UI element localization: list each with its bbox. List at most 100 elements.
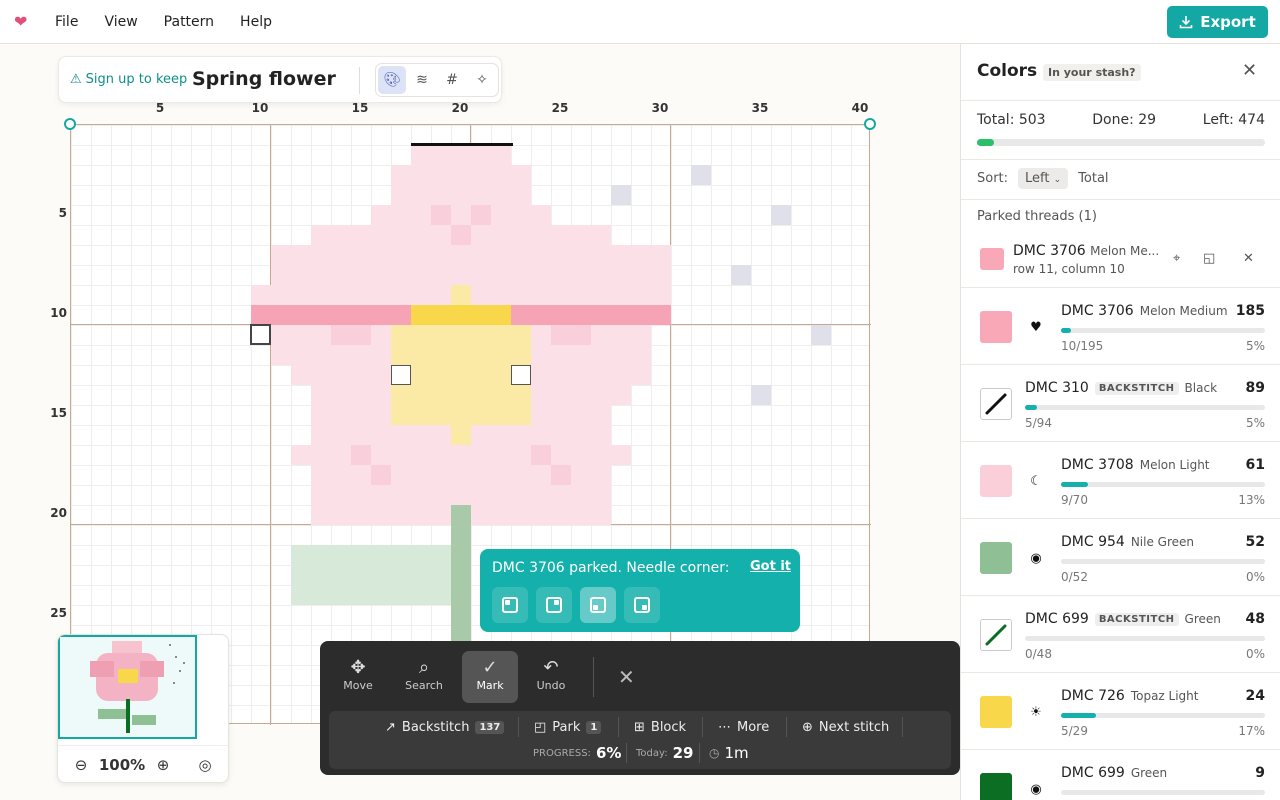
corner-top-left-button[interactable] (492, 587, 528, 623)
heart-logo-icon[interactable]: ❤ (14, 12, 27, 31)
sign-up-link[interactable]: ⚠ Sign up to keep (70, 72, 187, 87)
export-button[interactable]: Export (1167, 6, 1268, 38)
petal-stitch (251, 285, 271, 305)
corner-top-right-button[interactable] (536, 587, 572, 623)
parked-needle-marker[interactable] (250, 324, 271, 345)
sort-total-option[interactable]: Total (1078, 171, 1108, 186)
thread-progress-bar (1061, 790, 1265, 795)
today-readout: Today: 29 (636, 744, 693, 762)
layers-icon[interactable]: ≋ (408, 66, 436, 94)
petal-stitch (431, 185, 451, 205)
more-button[interactable]: ⋯ More (718, 718, 769, 736)
search-tool-button[interactable]: ⌕ Search (396, 651, 452, 703)
overall-progress-bar (977, 139, 1265, 146)
petal-shade-stitch (351, 325, 371, 345)
sparkle-stitch (611, 185, 631, 205)
undo-tool-button[interactable]: ↶ Undo (523, 651, 579, 703)
backstitch-button[interactable]: ↗ Backstitch 137 (385, 718, 505, 736)
mark-label: Mark (476, 679, 504, 692)
petal-stitch (291, 365, 311, 385)
petal-stitch (571, 505, 591, 525)
thread-percent: 17% (1238, 724, 1265, 738)
block-button[interactable]: ⊞ Block (634, 718, 686, 736)
next-stitch-button[interactable]: ⊕ Next stitch (802, 718, 889, 736)
pattern-title[interactable]: Spring flower (192, 68, 336, 90)
center-stitch (511, 325, 531, 345)
petal-stitch (331, 405, 351, 425)
colors-panel: Colors In your stash? ✕ Total: 503 Done:… (960, 44, 1280, 800)
petal-stitch (571, 265, 591, 285)
thread-row[interactable]: DMC 310 BACKSTITCH Black 89 5/94 5% (961, 365, 1280, 442)
zoom-out-icon[interactable]: ⊖ (70, 756, 92, 774)
petal-stitch (571, 345, 591, 365)
chevron-down-icon: ⌄ (1053, 175, 1062, 185)
petal-stitch (571, 285, 591, 305)
backstitch-count: 137 (475, 720, 505, 734)
petal-stitch (591, 225, 611, 245)
menu-pattern[interactable]: Pattern (164, 14, 214, 30)
thread-symbol-icon: ♥ (1030, 320, 1042, 335)
parked-row-stitch (391, 305, 411, 325)
thread-percent: 5% (1245, 339, 1265, 353)
petal-stitch (431, 285, 451, 305)
ruler-y-label: 15 (50, 406, 67, 420)
done-count: Done: 29 (1092, 112, 1157, 128)
center-stitch (391, 345, 411, 365)
petal-stitch (291, 325, 311, 345)
petal-stitch (271, 265, 291, 285)
park-button[interactable]: ◰ Park 1 (534, 718, 602, 736)
thread-percent: 5% (1245, 416, 1265, 430)
close-panel-icon[interactable]: ✕ (1242, 60, 1257, 81)
petal-stitch (311, 265, 331, 285)
progress-readout: PROGRESS: 6% (533, 744, 621, 762)
close-toolbar-icon[interactable]: ✕ (618, 665, 635, 689)
zoom-in-icon[interactable]: ⊕ (152, 756, 174, 774)
thread-name: DMC 726 Topaz Light (1061, 688, 1198, 704)
grid-hash-icon[interactable]: # (438, 66, 466, 94)
move-tool-button[interactable]: ✥ Move (330, 651, 386, 703)
petal-stitch (291, 445, 311, 465)
thread-row[interactable]: ♥ DMC 3706 Melon Medium 185 10/195 5% (961, 288, 1280, 365)
mark-tool-button[interactable]: ✓ Mark (462, 651, 518, 703)
petal-stitch (471, 285, 491, 305)
grid-resize-handle[interactable] (864, 118, 876, 130)
toolbar-divider (702, 717, 703, 737)
menu-file[interactable]: File (55, 14, 78, 30)
thread-percent: 13% (1238, 493, 1265, 507)
thread-color-name: Green (1184, 612, 1221, 626)
menu-view[interactable]: View (104, 14, 137, 30)
petal-stitch (411, 445, 431, 465)
toolbar-divider (786, 717, 787, 737)
unpark-close-icon[interactable]: ✕ (1243, 251, 1254, 266)
center-stitch (511, 345, 531, 365)
center-stitch (491, 325, 511, 345)
petal-stitch (531, 225, 551, 245)
got-it-link[interactable]: Got it (750, 559, 791, 574)
sort-select[interactable]: Left ⌄ (1018, 168, 1069, 189)
parked-row-stitch (291, 305, 311, 325)
grid-resize-handle[interactable] (64, 118, 76, 130)
petal-stitch (431, 485, 451, 505)
petal-stitch (611, 445, 631, 465)
stash-toggle[interactable]: In your stash? (1043, 64, 1141, 81)
thread-row[interactable]: DMC 699 BACKSTITCH Green 48 0/48 0% (961, 596, 1280, 673)
center-stitch (411, 405, 431, 425)
sparkle-icon[interactable]: ✧ (468, 66, 496, 94)
center-stitch (451, 345, 471, 365)
petal-stitch (551, 445, 571, 465)
palette-icon[interactable]: 🎨︎ (378, 66, 406, 94)
thread-row[interactable]: ◉ DMC 954 Nile Green 52 0/52 0% (961, 519, 1280, 596)
thread-row[interactable]: ◉ DMC 699 Green 9 (961, 750, 1280, 800)
menu-help[interactable]: Help (240, 14, 272, 30)
recenter-icon[interactable]: ◎ (194, 756, 216, 774)
minimap-viewport[interactable] (58, 635, 197, 739)
thread-row[interactable]: ☀ DMC 726 Topaz Light 24 5/29 17% (961, 673, 1280, 750)
thread-row[interactable]: ☾ DMC 3708 Melon Light 61 9/70 13% (961, 442, 1280, 519)
center-stitch (451, 325, 471, 345)
corner-bottom-right-button[interactable] (624, 587, 660, 623)
center-stitch (451, 365, 471, 385)
parked-thread-row[interactable]: DMC 3706 Melon Me... row 11, column 10 ⌖… (961, 231, 1280, 287)
locate-icon[interactable]: ⌖ (1173, 251, 1180, 266)
park-corner-icon[interactable]: ◱ (1203, 251, 1215, 266)
corner-bottom-left-button[interactable] (580, 587, 616, 623)
